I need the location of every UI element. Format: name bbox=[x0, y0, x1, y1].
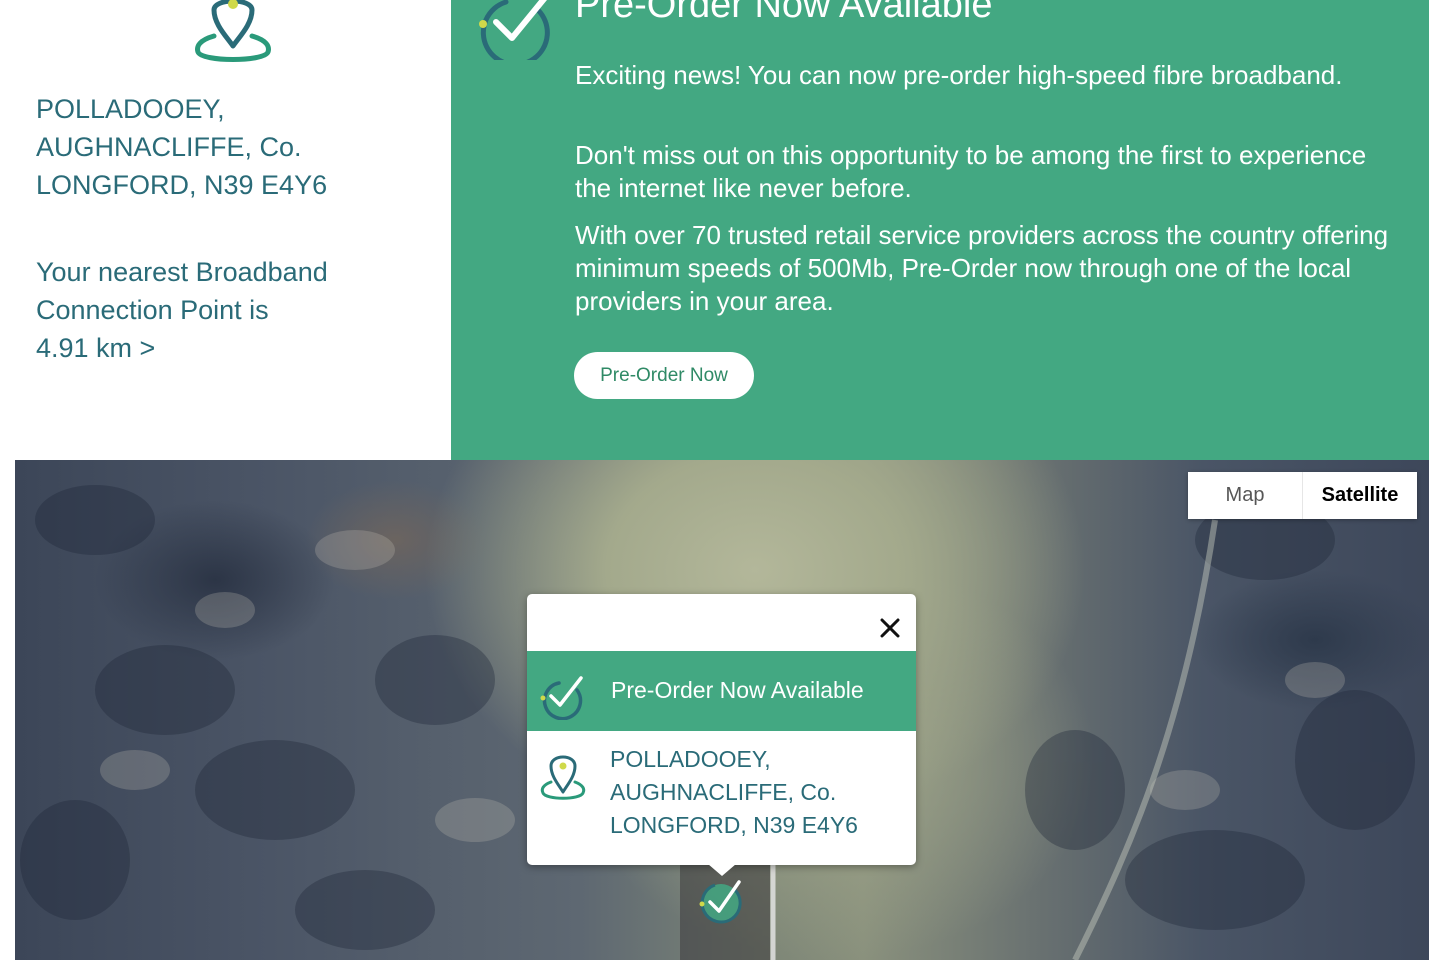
check-circle-icon bbox=[479, 0, 550, 60]
location-pin-icon bbox=[195, 0, 271, 62]
nearest-line: Your nearest Broadband bbox=[36, 257, 328, 287]
address-panel bbox=[0, 0, 451, 460]
nearest-distance: 4.91 km > bbox=[36, 333, 156, 363]
address-line: AUGHNACLIFFE, Co. bbox=[36, 132, 302, 162]
nearest-connection-link[interactable]: Your nearest Broadband Connection Point … bbox=[36, 253, 436, 367]
popup-pointer bbox=[708, 864, 736, 876]
map-marker-icon[interactable] bbox=[697, 876, 747, 926]
popup-address-line: AUGHNACLIFFE, Co. bbox=[610, 779, 837, 805]
pre-order-button[interactable]: Pre-Order Now bbox=[574, 352, 754, 399]
location-pin-icon bbox=[540, 755, 586, 800]
address-text: POLLADOOEY, AUGHNACLIFFE, Co. LONGFORD, … bbox=[36, 90, 436, 204]
availability-paragraph: Don't miss out on this opportunity to be… bbox=[575, 140, 1367, 203]
nearest-line: Connection Point is bbox=[36, 295, 269, 325]
map-view-button[interactable]: Map bbox=[1188, 472, 1303, 519]
address-line: POLLADOOEY, bbox=[36, 94, 225, 124]
check-circle-icon bbox=[540, 676, 583, 720]
popup-status-text: Pre-Order Now Available bbox=[611, 677, 864, 703]
map-type-toggle: Map Satellite bbox=[1188, 472, 1417, 519]
availability-paragraph: Exciting news! You can now pre-order hig… bbox=[575, 60, 1343, 90]
popup-address-line: POLLADOOEY, bbox=[610, 746, 771, 772]
availability-paragraph: With over 70 trusted retail service prov… bbox=[575, 220, 1389, 316]
close-icon[interactable] bbox=[873, 611, 907, 645]
popup-address-line: LONGFORD, N39 E4Y6 bbox=[610, 812, 858, 838]
popup-address: POLLADOOEY, AUGHNACLIFFE, Co. LONGFORD, … bbox=[610, 743, 910, 842]
satellite-view-button[interactable]: Satellite bbox=[1303, 472, 1417, 519]
address-line: LONGFORD, N39 E4Y6 bbox=[36, 170, 328, 200]
availability-title: Pre-Order Now Available bbox=[575, 0, 993, 26]
